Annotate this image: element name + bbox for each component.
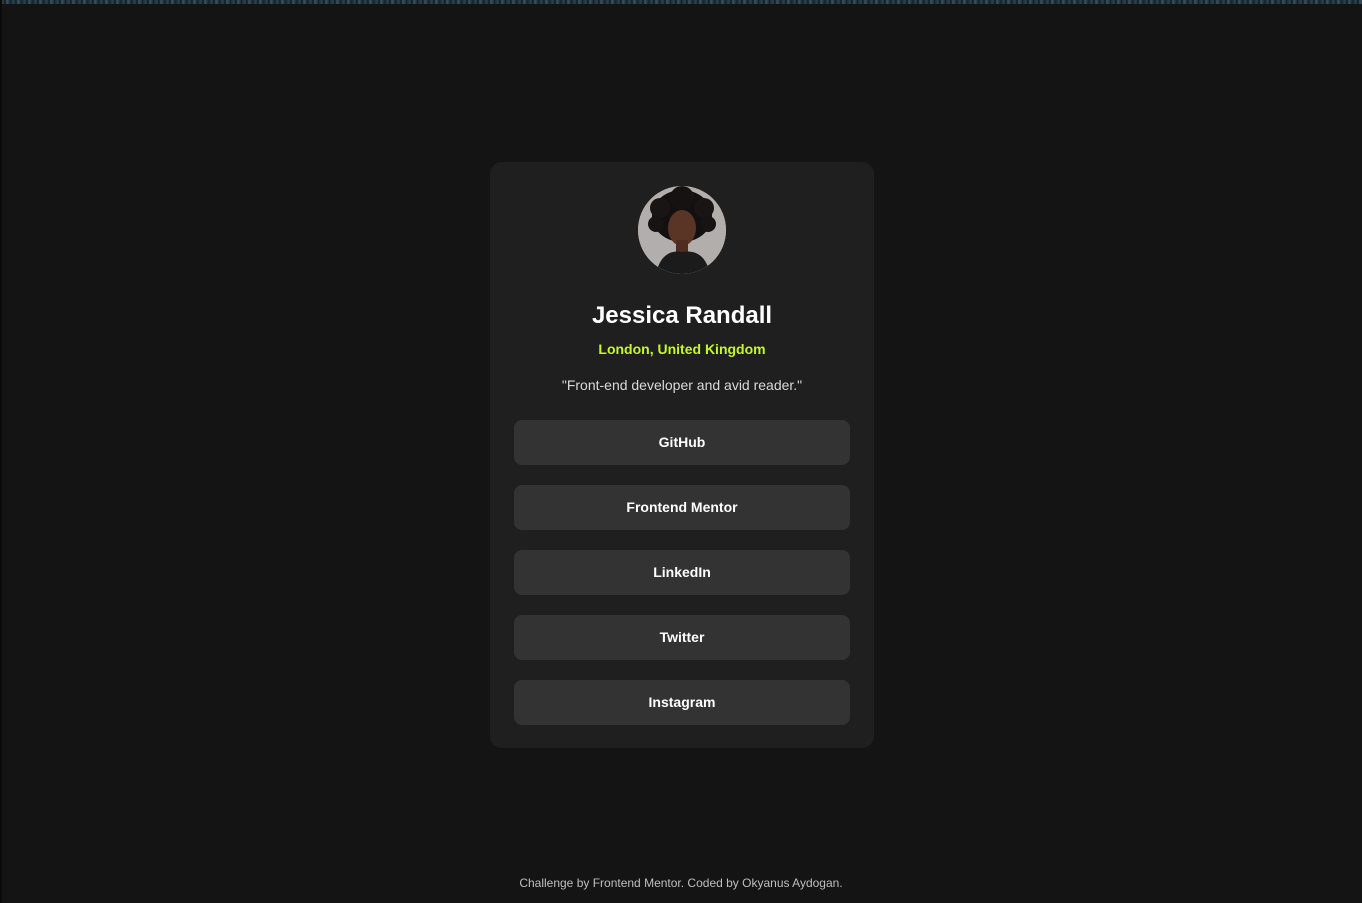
window-edge [0,0,2,903]
profile-card: Jessica Randall London, United Kingdom "… [490,162,874,748]
twitter-link-button[interactable]: Twitter [514,615,850,660]
author-link[interactable]: Okyanus Aydogan [742,876,839,890]
profile-location: London, United Kingdom [598,341,766,357]
frontend-mentor-link-button[interactable]: Frontend Mentor [514,485,850,530]
attribution-footer: Challenge by Frontend Mentor. Coded by O… [0,875,1362,891]
challenge-link[interactable]: Frontend Mentor [593,876,681,890]
footer-middle: . Coded by [680,876,743,890]
profile-photo-icon [638,186,726,274]
footer-prefix: Challenge by [519,876,593,890]
profile-bio: "Front-end developer and avid reader." [561,377,803,393]
avatar [638,186,726,274]
social-links: GitHub Frontend Mentor LinkedIn Twitter … [514,420,850,745]
instagram-link-button[interactable]: Instagram [514,680,850,725]
github-link-button[interactable]: GitHub [514,420,850,465]
linkedin-link-button[interactable]: LinkedIn [514,550,850,595]
profile-name: Jessica Randall [591,302,773,329]
browser-top-strip [0,0,1362,4]
footer-suffix: . [839,876,843,890]
